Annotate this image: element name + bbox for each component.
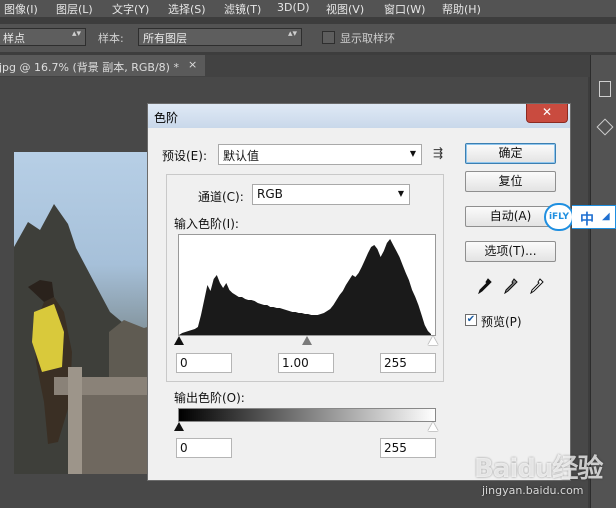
output-levels-label: 输出色阶(O): [174, 391, 245, 405]
dialog-titlebar[interactable] [148, 104, 570, 128]
close-button[interactable]: ✕ [526, 104, 568, 123]
preview-label: 预览(P) [481, 315, 522, 329]
menu-layer[interactable]: 图层(L) [56, 1, 93, 17]
ime-mode-box: 中 ◢ [572, 205, 616, 229]
histogram-graph [179, 239, 431, 335]
menu-3d[interactable]: 3D(D) [277, 1, 310, 14]
channel-select[interactable]: RGB ▼ [252, 184, 410, 205]
document-tab[interactable]: jpg @ 16.7% (背景 副本, RGB/8) * × [0, 55, 205, 76]
preview-checkbox[interactable]: ✔ [465, 314, 477, 326]
menu-image[interactable]: 图像(I) [4, 1, 38, 17]
preset-menu-icon[interactable]: ⇶ [433, 146, 443, 160]
menu-bar: 图像(I) 图层(L) 文字(Y) 选择(S) 滤镜(T) 3D(D) 视图(V… [0, 0, 616, 17]
options-bar: 样点 ▴▾ 样本: 所有图层 ▴▾ 显示取样环 [0, 24, 616, 52]
ime-toolbar[interactable]: iFLY 中 ◢ [544, 203, 616, 231]
menu-view[interactable]: 视图(V) [326, 1, 364, 17]
input-black-slider[interactable] [174, 336, 184, 345]
levels-dialog: 色阶 ✕ 预设(E): 默认值 ▼ ⇶ 通道(C): RGB ▼ 输入色阶(I)… [147, 103, 571, 481]
chevron-down-icon: ▼ [409, 149, 416, 158]
divider [166, 381, 444, 382]
close-icon[interactable]: × [188, 58, 197, 71]
document-tab-title: jpg @ 16.7% (背景 副本, RGB/8) * [0, 61, 179, 74]
input-gamma-slider[interactable] [302, 336, 312, 345]
menu-window[interactable]: 窗口(W) [384, 1, 425, 17]
watermark-url: jingyan.baidu.com [482, 484, 584, 497]
menu-type[interactable]: 文字(Y) [112, 1, 149, 17]
menu-help[interactable]: 帮助(H) [442, 1, 481, 17]
sample-size-select[interactable]: 样点 ▴▾ [0, 28, 86, 46]
menu-select[interactable]: 选择(S) [168, 1, 206, 17]
output-black-field[interactable]: 0 [176, 438, 232, 458]
input-white-slider[interactable] [428, 336, 438, 345]
ifly-logo: iFLY [544, 203, 574, 231]
histogram-shape [179, 239, 431, 335]
preset-label: 预设(E): [162, 149, 207, 163]
reset-button[interactable]: 复位 [465, 171, 556, 192]
chevron-down-icon[interactable]: ◢ [602, 211, 610, 222]
input-black-field[interactable]: 0 [176, 353, 232, 373]
preset-select[interactable]: 默认值 ▼ [218, 144, 422, 165]
white-eyedropper-icon[interactable] [530, 278, 544, 294]
document-photo [14, 152, 164, 474]
gray-eyedropper-icon[interactable] [504, 278, 518, 294]
ime-mode[interactable]: 中 [580, 209, 594, 229]
ok-button[interactable]: 确定 [465, 143, 556, 164]
photo-scene [14, 204, 164, 474]
3d-icon[interactable] [596, 118, 614, 136]
input-gamma-field[interactable]: 1.00 [278, 353, 334, 373]
output-white-field[interactable]: 255 [380, 438, 436, 458]
show-ring-checkbox[interactable] [322, 31, 335, 44]
chevron-updown-icon: ▴▾ [287, 29, 297, 39]
dialog-title: 色阶 [154, 111, 179, 125]
histogram [178, 234, 436, 336]
chevron-down-icon: ▼ [397, 189, 404, 198]
panel-icon[interactable] [599, 81, 611, 97]
show-ring-label: 显示取样环 [340, 32, 395, 45]
menu-filter[interactable]: 滤镜(T) [224, 1, 261, 17]
chevron-updown-icon: ▴▾ [71, 29, 81, 39]
sample-label: 样本: [98, 32, 124, 45]
options-button[interactable]: 选项(T)... [465, 241, 556, 262]
right-panel [590, 55, 616, 508]
output-white-slider[interactable] [428, 422, 438, 431]
close-icon: ✕ [541, 105, 553, 119]
input-white-field[interactable]: 255 [380, 353, 436, 373]
channel-label: 通道(C): [198, 190, 244, 204]
sample-select[interactable]: 所有图层 ▴▾ [138, 28, 302, 46]
black-eyedropper-icon[interactable] [478, 278, 492, 294]
watermark: Baidu经验 jingyan.baidu.com [474, 446, 616, 508]
auto-button[interactable]: 自动(A) [465, 206, 556, 227]
output-black-slider[interactable] [174, 422, 184, 431]
watermark-text: Baidu经验 [474, 454, 603, 484]
output-gradient [178, 408, 436, 422]
input-levels-label: 输入色阶(I): [174, 217, 239, 231]
